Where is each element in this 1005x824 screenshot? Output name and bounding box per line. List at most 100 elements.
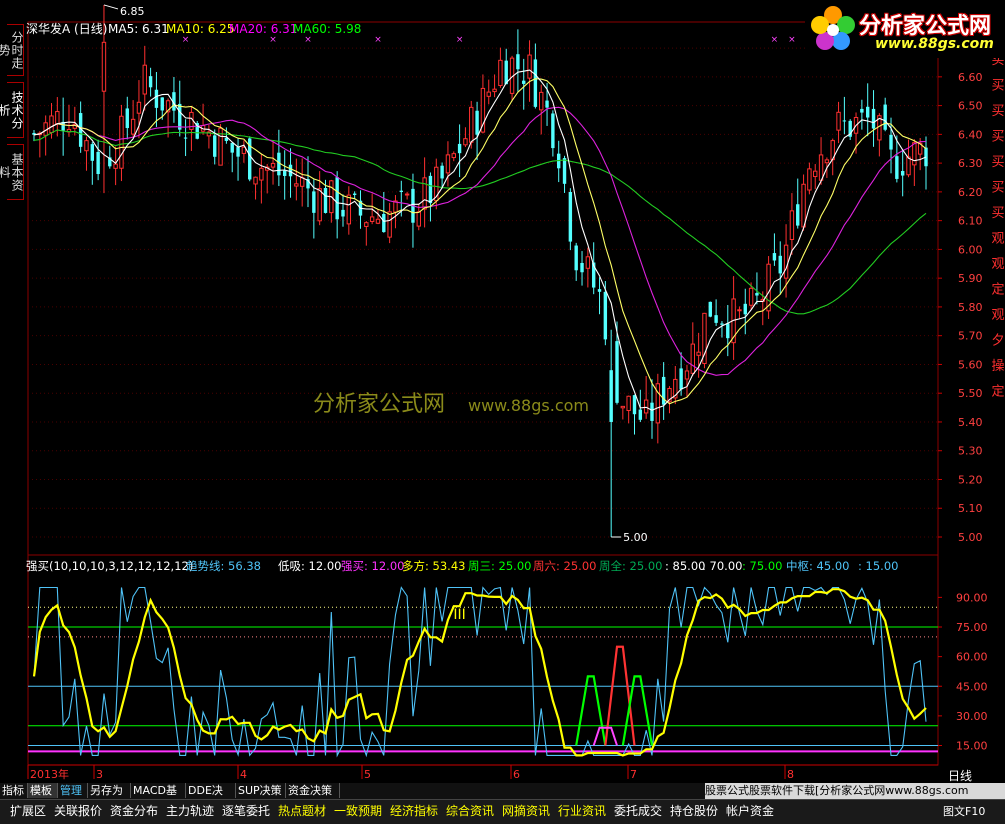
candle-body [504, 60, 508, 85]
bottom-tab-13[interactable]: 持仓股份 [668, 802, 720, 820]
bottom-tab-3[interactable]: 资金分布 [108, 802, 160, 820]
price-axis-label: 5.90 [958, 272, 983, 285]
period-mode-label[interactable]: 日线 [948, 767, 972, 784]
candle-body [469, 106, 474, 143]
tab-fundamentals[interactable]: 基本资料 [0, 144, 24, 200]
candle-body [696, 351, 701, 356]
candle-body [737, 309, 742, 312]
candle-body [84, 140, 89, 152]
bottom-tab-2[interactable]: 关联报价 [52, 802, 104, 820]
download-notice[interactable]: 股票公式股票软件下载[分析家公式网www.88gs.com [705, 783, 1005, 799]
sub-tab-5[interactable]: MACD基本 [131, 783, 186, 812]
sub-tab-6[interactable]: DDE决策 [186, 783, 236, 812]
candle-body [387, 211, 392, 238]
candlestick-series [32, 4, 928, 537]
candle-body [451, 153, 456, 159]
candle-body [148, 76, 153, 88]
candle-body [463, 138, 468, 146]
candle-body [299, 177, 305, 187]
price-axis-label: 5.70 [958, 330, 983, 343]
indicator-title: 强买(10,10,10,3,12,12,12,12) [26, 559, 193, 573]
bottom-tab-9[interactable]: 综合资讯 [444, 802, 496, 820]
candle-body [813, 170, 818, 178]
candle-body [865, 106, 870, 118]
sub-tab-4[interactable]: 另存为 [88, 783, 131, 798]
candle-body [562, 158, 567, 184]
candle-body [638, 409, 643, 420]
candle-body [213, 135, 217, 157]
price-axis-label: 6.30 [958, 157, 983, 170]
candle-body [597, 289, 602, 292]
signal-marker: × [182, 35, 190, 45]
sub-tab-3[interactable]: 管理 [58, 783, 88, 798]
candle-body [317, 188, 322, 222]
bottom-tab-7[interactable]: 一致预期 [332, 802, 384, 820]
indicator-axis-label: 30.00 [956, 710, 988, 723]
candle-body [871, 108, 876, 129]
candle-body [96, 151, 100, 175]
indicator-value-9: : 70.00 [702, 559, 742, 573]
candle-body [352, 193, 357, 195]
candle-body [375, 218, 381, 224]
sub-tab-1[interactable]: 指标 [0, 783, 28, 798]
price-axis-label: 5.80 [958, 301, 983, 314]
flower-icon [811, 6, 855, 50]
candle-body [615, 341, 619, 403]
candle-body [545, 100, 549, 108]
signal-label: 买 [991, 130, 1004, 145]
candle-body [142, 64, 147, 95]
candle-body [778, 255, 782, 274]
bottom-tab-11[interactable]: 行业资讯 [556, 802, 608, 820]
price-chart-canvas[interactable]: 6.706.606.506.406.306.206.106.005.905.80… [0, 0, 1005, 823]
candle-body [230, 142, 234, 153]
candle-body [294, 183, 299, 187]
candle-body [440, 165, 444, 179]
bottom-tab-8[interactable]: 经济指标 [388, 802, 440, 820]
candle-body [574, 245, 578, 271]
bottom-tab-1[interactable]: 扩展区 [8, 802, 48, 820]
candle-body [801, 183, 806, 228]
candle-body [743, 303, 747, 315]
candle-body [679, 368, 683, 390]
price-axis-label: 6.00 [958, 243, 983, 256]
indicator-value-7: 周全: 25.00 [599, 559, 662, 573]
candle-body [130, 118, 136, 135]
candle-body [620, 405, 626, 409]
candle-body [836, 111, 841, 131]
candle-body [783, 244, 789, 279]
bottom-tab-5[interactable]: 逐笔委托 [220, 802, 272, 820]
indicator-value-8: : 85.00 [665, 559, 705, 573]
sub-tab-8[interactable]: 资金决策 [286, 783, 340, 798]
candle-body [720, 323, 724, 325]
sub-tab-7[interactable]: SUP决策 [236, 783, 286, 798]
candle-body [183, 137, 188, 139]
stock-title: 深华发A (日线) [26, 21, 107, 36]
bottom-tab-12[interactable]: 委托成交 [612, 802, 664, 820]
price-axis-label: 5.50 [958, 387, 983, 400]
bottom-right-button[interactable]: 图文F10 [943, 803, 985, 819]
candle-body [603, 291, 608, 340]
bottom-tab-14[interactable]: 帐户资金 [724, 802, 776, 820]
sub-tab-2[interactable]: 模板 [28, 783, 58, 798]
ma-legend-4: MA60: 5.98 [293, 22, 361, 36]
tab-technical[interactable]: 技术分析 [0, 82, 24, 138]
tab-intraday[interactable]: 分时走势 [0, 24, 24, 76]
time-axis-label: 7 [630, 768, 637, 781]
bottom-tab-4[interactable]: 主力轨迹 [164, 802, 216, 820]
price-axis-label: 5.60 [958, 358, 983, 371]
candle-body [399, 190, 403, 193]
candle-body [113, 163, 118, 169]
watermark-text: 分析家公式网 [313, 392, 445, 417]
candle-body [807, 168, 812, 191]
bottom-tab-10[interactable]: 网摘资讯 [500, 802, 552, 820]
candle-body [486, 91, 491, 97]
signal-label: 买 [991, 206, 1004, 221]
signal-label: 定 [991, 385, 1004, 400]
candle-body [259, 167, 264, 181]
candle-body [516, 54, 520, 70]
bottom-tab-6[interactable]: 热点题材 [276, 802, 328, 820]
signal-marker: × [304, 35, 312, 45]
indicator-value-4: 多方: 53.43 [402, 559, 465, 573]
candle-body [270, 162, 276, 168]
candle-body [755, 293, 759, 296]
